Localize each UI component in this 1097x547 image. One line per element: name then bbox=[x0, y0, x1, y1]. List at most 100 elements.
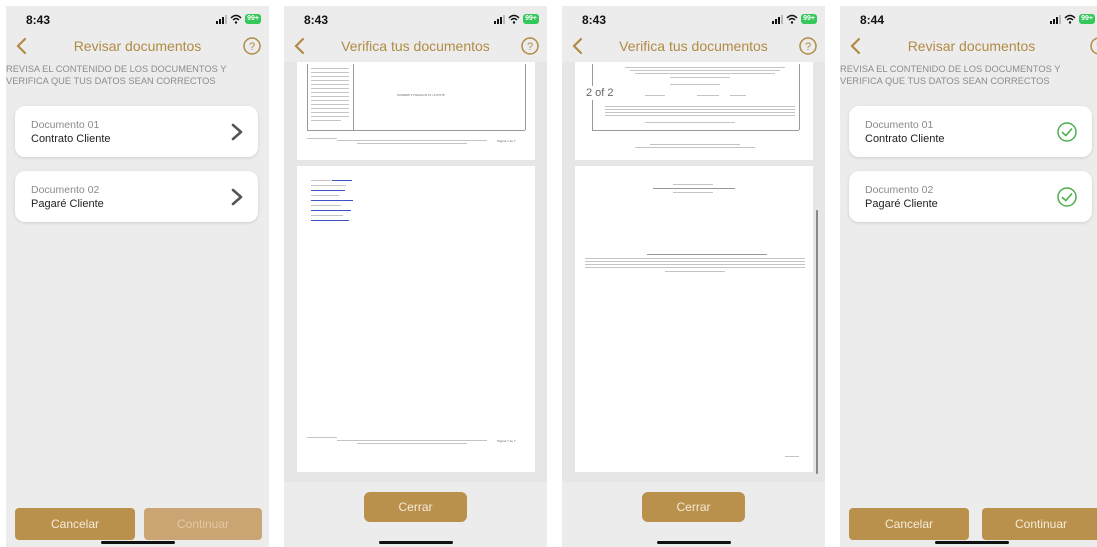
status-bar: 8:44 99+ bbox=[840, 6, 1097, 30]
check-circle-icon bbox=[1057, 122, 1077, 142]
text-line bbox=[585, 264, 805, 265]
check-circle-icon bbox=[1057, 187, 1077, 207]
text-line bbox=[357, 443, 467, 444]
document-viewer[interactable]: NOMBRE Y FIRMA DE EL CLIENTE Página 1 de… bbox=[284, 62, 547, 482]
document-card-02[interactable]: Documento 02 Pagaré Cliente bbox=[15, 171, 258, 222]
chevron-right-icon bbox=[231, 188, 243, 206]
nav-bar: Verifica tus documentos ? bbox=[562, 34, 825, 60]
battery-icon: 99+ bbox=[801, 14, 817, 24]
text-line bbox=[625, 67, 785, 68]
cancel-button[interactable]: Cancelar bbox=[849, 508, 969, 540]
page-title: Revisar documentos bbox=[73, 38, 202, 54]
text-line bbox=[311, 195, 339, 196]
continue-button[interactable]: Continuar bbox=[982, 508, 1097, 540]
text-line bbox=[645, 95, 665, 96]
document-name: Pagaré Cliente bbox=[865, 198, 938, 210]
wifi-icon bbox=[230, 14, 242, 24]
table-border bbox=[307, 130, 525, 131]
text-line bbox=[670, 84, 720, 85]
home-indicator bbox=[378, 541, 453, 544]
page-title: Verifica tus documentos bbox=[619, 38, 768, 54]
text-line bbox=[585, 267, 805, 268]
home-indicator bbox=[656, 541, 731, 544]
document-name: Contrato Cliente bbox=[865, 133, 945, 145]
status-bar: 8:43 99+ bbox=[562, 6, 825, 30]
help-icon[interactable]: ? bbox=[1089, 36, 1097, 56]
text-line bbox=[311, 120, 341, 121]
home-indicator bbox=[934, 541, 1009, 544]
battery-icon: 99+ bbox=[523, 14, 539, 24]
status-time: 8:44 bbox=[860, 13, 885, 27]
signature-label: NOMBRE Y FIRMA DE EL CLIENTE bbox=[397, 93, 445, 97]
close-button[interactable]: Cerrar bbox=[364, 492, 467, 522]
page-number-text: Página 7 de 7 bbox=[497, 439, 516, 443]
chevron-right-icon bbox=[231, 123, 243, 141]
text-line bbox=[585, 261, 805, 262]
signal-icon bbox=[772, 14, 784, 24]
text-line bbox=[311, 96, 349, 97]
document-page bbox=[575, 166, 813, 472]
signature-line bbox=[653, 188, 735, 189]
text-line bbox=[311, 108, 349, 109]
text-line bbox=[585, 258, 805, 259]
link-line bbox=[311, 200, 353, 201]
screen-verify-documents-1: 8:43 99+ Verifica tus documentos ? NOMBR… bbox=[284, 6, 547, 547]
battery-icon: 99+ bbox=[1079, 14, 1095, 24]
text-line bbox=[311, 205, 341, 206]
link-line bbox=[311, 190, 345, 191]
text-line bbox=[673, 184, 713, 185]
text-line bbox=[605, 112, 795, 113]
text-line bbox=[630, 70, 780, 71]
table-border bbox=[353, 64, 354, 130]
status-time: 8:43 bbox=[26, 13, 51, 27]
text-line bbox=[311, 112, 349, 113]
cancel-button[interactable]: Cancelar bbox=[15, 508, 135, 540]
battery-icon: 99+ bbox=[245, 14, 261, 24]
text-line bbox=[337, 140, 487, 141]
help-icon[interactable]: ? bbox=[242, 36, 262, 56]
status-bar: 8:43 99+ bbox=[6, 6, 269, 30]
document-name: Pagaré Cliente bbox=[31, 198, 104, 210]
table-border bbox=[525, 64, 526, 130]
text-line bbox=[311, 100, 349, 101]
help-icon[interactable]: ? bbox=[798, 36, 818, 56]
svg-text:?: ? bbox=[527, 41, 533, 53]
signal-icon bbox=[494, 14, 506, 24]
help-icon[interactable]: ? bbox=[520, 36, 540, 56]
text-line bbox=[635, 147, 755, 148]
text-line bbox=[645, 122, 735, 123]
status-time: 8:43 bbox=[304, 13, 329, 27]
close-button[interactable]: Cerrar bbox=[642, 492, 745, 522]
text-line bbox=[311, 84, 349, 85]
table-border bbox=[799, 64, 800, 130]
text-line bbox=[673, 192, 713, 193]
text-line bbox=[605, 115, 795, 116]
document-card-02[interactable]: Documento 02 Pagaré Cliente bbox=[849, 171, 1092, 222]
page-title: Verifica tus documentos bbox=[341, 38, 490, 54]
text-line bbox=[650, 144, 740, 145]
page-title: Revisar documentos bbox=[907, 38, 1036, 54]
wifi-icon bbox=[786, 14, 798, 24]
text-line bbox=[635, 73, 775, 74]
svg-text:?: ? bbox=[249, 41, 255, 53]
text-line bbox=[605, 109, 795, 110]
text-line bbox=[605, 106, 795, 107]
text-line bbox=[307, 437, 337, 438]
nav-bar: Revisar documentos ? bbox=[840, 34, 1097, 60]
page-number-text: Página 1 de 7 bbox=[497, 139, 516, 143]
svg-text:?: ? bbox=[805, 41, 811, 53]
wifi-icon bbox=[1064, 14, 1076, 24]
text-line bbox=[311, 72, 349, 73]
document-number: Documento 02 bbox=[31, 184, 100, 196]
signature-line bbox=[647, 254, 767, 255]
status-time: 8:43 bbox=[582, 13, 607, 27]
document-card-01[interactable]: Documento 01 Contrato Cliente bbox=[849, 106, 1092, 157]
document-card-01[interactable]: Documento 01 Contrato Cliente bbox=[15, 106, 258, 157]
document-name: Contrato Cliente bbox=[31, 133, 111, 145]
status-bar: 8:43 99+ bbox=[284, 6, 547, 30]
continue-button-disabled: Continuar bbox=[144, 508, 262, 540]
scrollbar[interactable] bbox=[816, 210, 818, 474]
document-viewer[interactable]: 2 of 2 bbox=[562, 62, 825, 482]
text-line bbox=[311, 185, 346, 186]
text-line bbox=[665, 271, 725, 272]
